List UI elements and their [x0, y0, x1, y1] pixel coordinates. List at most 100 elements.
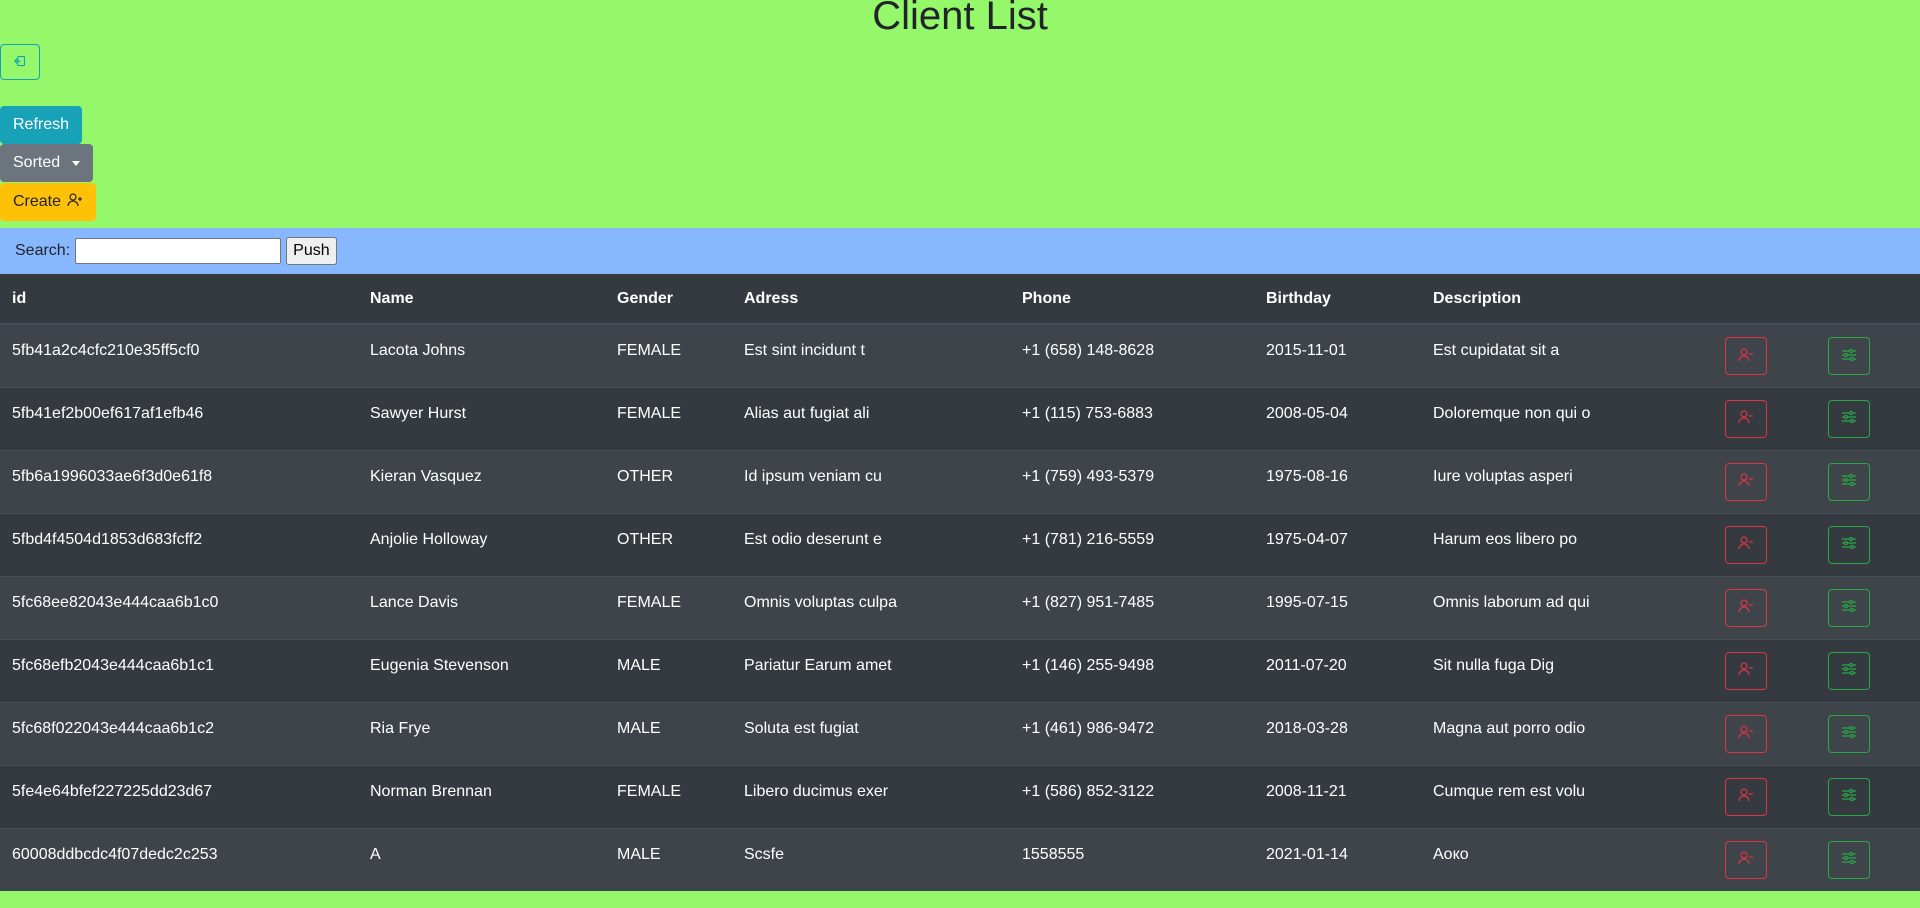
refresh-button[interactable]: Refresh: [0, 106, 83, 144]
cell-phone: +1 (146) 255-9498: [1022, 656, 1155, 674]
cell-description: Est cupidatat sit a: [1433, 342, 1560, 359]
refresh-label: Refresh: [13, 116, 70, 133]
logout-button[interactable]: [0, 44, 40, 80]
cell-adress: Soluta est fugiat: [744, 719, 859, 737]
cell-gender: FEMALE: [617, 593, 682, 611]
cell-edit: [1816, 324, 1920, 387]
table-row: 5fc68f022043e444caa6b1c2 Ria Frye MALE Solu…: [0, 702, 1920, 765]
person-dash-icon: [1738, 473, 1754, 490]
delete-client-button[interactable]: [1725, 840, 1767, 879]
cell-birthday: 2008-11-21: [1266, 782, 1347, 800]
cell-gender: FEMALE: [617, 782, 682, 800]
sliders-icon: [1841, 348, 1857, 365]
cell-edit: [1816, 576, 1920, 639]
cell-phone: +1 (586) 852-3122: [1022, 782, 1155, 800]
cell-gender: MALE: [617, 845, 661, 863]
edit-client-button[interactable]: [1828, 399, 1870, 438]
delete-client-button[interactable]: [1725, 651, 1767, 690]
sorted-dropdown-button[interactable]: Sorted: [0, 144, 94, 182]
cell-birthday: 2008-05-04: [1266, 404, 1348, 422]
table-row: 5fe4e64bfef227225dd23d67 Norman Brennan FE…: [0, 765, 1920, 828]
person-dash-icon: [1738, 599, 1754, 616]
cell-description: Magna aut porro odio: [1433, 719, 1586, 737]
cell-name: Kieran Vasquez: [370, 467, 482, 485]
cell-id: 5fe4e64bfef227225dd23d67: [12, 782, 213, 800]
push-button[interactable]: Push: [286, 237, 337, 265]
sliders-icon: [1841, 410, 1857, 427]
edit-client-button[interactable]: [1828, 588, 1870, 627]
table-row: 60008ddbcdc4f07dedc2c253 A MALE Scsfe 155855…: [0, 828, 1920, 891]
column-header-edit: [1816, 274, 1920, 325]
table-row: 5fc68efb2043e444caa6b1c1 Eugenia Stevenso…: [0, 639, 1920, 702]
create-button[interactable]: Create: [0, 183, 97, 221]
cell-name: A: [370, 845, 381, 863]
person-dash-icon: [1738, 347, 1754, 365]
table-row: 5fb41a2c4cfc210e35ff5cf0 Lacota Johns FEMA…: [0, 324, 1920, 387]
cell-edit: [1816, 639, 1920, 702]
cell-delete: [1713, 513, 1816, 576]
sliders-icon: [1841, 599, 1857, 616]
cell-edit: [1816, 513, 1920, 576]
edit-client-button[interactable]: [1828, 462, 1870, 501]
delete-client-button[interactable]: [1725, 337, 1767, 375]
cell-edit: [1816, 387, 1920, 450]
cell-delete: [1713, 702, 1816, 765]
delete-client-button[interactable]: [1725, 525, 1767, 564]
cell-description: Iure voluptas asperi: [1433, 467, 1573, 485]
delete-client-button[interactable]: [1725, 714, 1767, 753]
sliders-icon: [1841, 788, 1857, 805]
header: Client List Refresh Sorted Create: [0, 0, 1920, 228]
cell-gender: FEMALE: [617, 342, 682, 359]
box-arrow-in-left-icon: [13, 55, 26, 70]
edit-client-button[interactable]: [1828, 525, 1870, 564]
cell-edit: [1816, 765, 1920, 828]
cell-adress: Scsfe: [744, 845, 785, 863]
person-dash-icon: [1738, 536, 1754, 553]
cell-birthday: 2015-11-01: [1266, 342, 1347, 359]
cell-phone: +1 (658) 148-8628: [1022, 342, 1155, 359]
delete-client-button[interactable]: [1725, 399, 1767, 438]
caret-down-icon: [72, 160, 81, 166]
column-header-gender: Gender: [605, 274, 732, 325]
edit-client-button[interactable]: [1828, 714, 1870, 753]
cell-birthday: 1975-08-16: [1266, 467, 1348, 485]
edit-client-button[interactable]: [1828, 840, 1870, 879]
cell-phone: +1 (781) 216-5559: [1022, 530, 1155, 548]
edit-client-button[interactable]: [1828, 777, 1870, 816]
sliders-icon: [1841, 851, 1857, 868]
cell-id: 5fb6a1996033ae6f3d0e61f8: [12, 467, 213, 485]
create-label: Create: [13, 193, 62, 210]
cell-adress: Est odio deserunt e: [744, 530, 882, 548]
cell-delete: [1713, 765, 1816, 828]
person-plus-icon: [67, 192, 83, 212]
cell-delete: [1713, 450, 1816, 513]
cell-name: Ria Frye: [370, 719, 431, 737]
cell-gender: MALE: [617, 656, 661, 674]
cell-adress: Alias aut fugiat ali: [744, 404, 870, 422]
cell-gender: MALE: [617, 719, 661, 737]
cell-description: Harum eos libero po: [1433, 530, 1578, 548]
cell-delete: [1713, 324, 1816, 387]
edit-client-button[interactable]: [1828, 337, 1870, 375]
delete-client-button[interactable]: [1725, 588, 1767, 627]
cell-description: Doloremque non qui o: [1433, 404, 1591, 422]
cell-birthday: 1975-04-07: [1266, 530, 1348, 548]
column-header-birthday: Birthday: [1254, 274, 1421, 325]
cell-name: Lacota Johns: [370, 342, 466, 359]
delete-client-button[interactable]: [1725, 462, 1767, 501]
cell-name: Eugenia Stevenson: [370, 656, 509, 674]
sliders-icon: [1841, 473, 1857, 490]
cell-phone: +1 (759) 493-5379: [1022, 467, 1155, 485]
person-dash-icon: [1738, 788, 1754, 805]
cell-phone: +1 (115) 753-6883: [1022, 404, 1153, 422]
cell-description: Sit nulla fuga Dig: [1433, 656, 1554, 674]
cell-gender: FEMALE: [617, 404, 682, 422]
search-input[interactable]: [75, 238, 282, 264]
sliders-icon: [1841, 725, 1857, 742]
column-header-description: Description: [1421, 274, 1713, 325]
edit-client-button[interactable]: [1828, 651, 1870, 690]
column-header-phone: Phone: [1010, 274, 1254, 325]
cell-name: Lance Davis: [370, 593, 459, 611]
column-header-delete: [1713, 274, 1816, 325]
delete-client-button[interactable]: [1725, 777, 1767, 816]
